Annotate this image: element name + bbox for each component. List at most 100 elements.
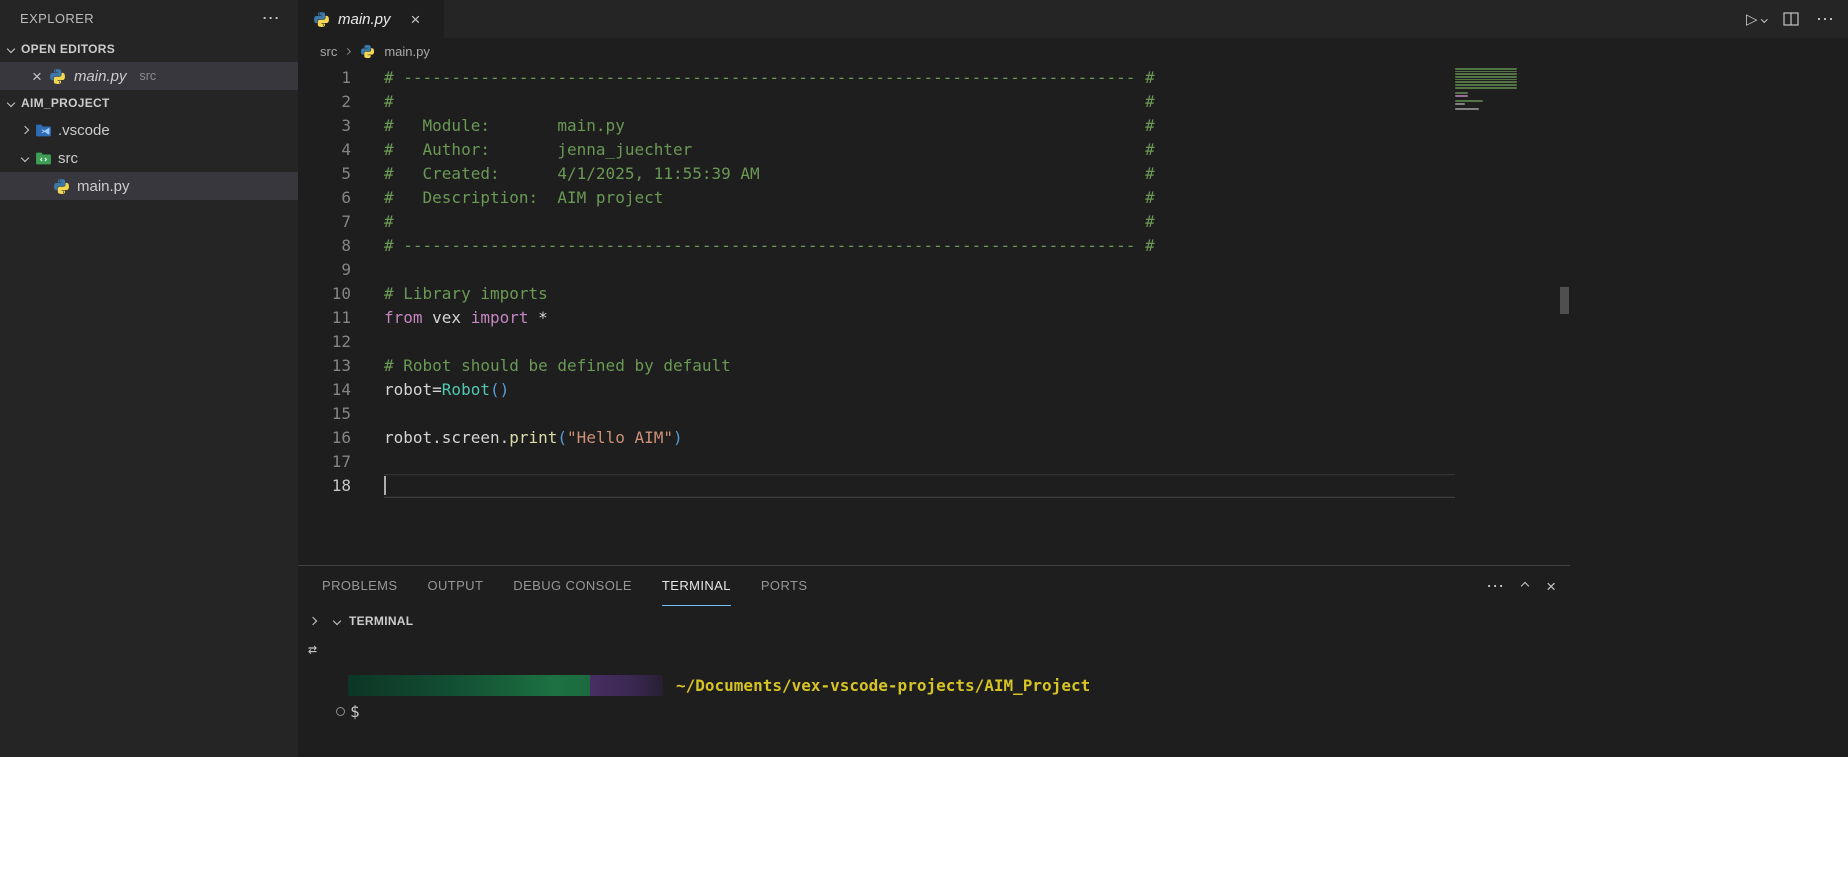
code-line-10[interactable]: 10# Library imports [298, 282, 1570, 306]
project-section-header[interactable]: AIM_PROJECT [0, 90, 298, 116]
explorer-more-actions-icon[interactable]: ⋯ [262, 8, 280, 29]
open-editor-folder-detail: src [139, 69, 156, 83]
code-line-1[interactable]: 1 # -------------------------------------… [298, 66, 1570, 90]
tree-item-label: main.py [77, 178, 130, 195]
code-line-5[interactable]: 5# Created: 4/1/2025, 11:55:39 AM # [298, 162, 1570, 186]
tree-item-vscode-folder[interactable]: .vscode [0, 116, 298, 144]
line-number: 18 [298, 474, 351, 498]
open-editor-item-main-py[interactable]: × main.py src [0, 62, 298, 90]
code-line-8[interactable]: 8# -------------------------------------… [298, 234, 1570, 258]
line-number: 11 [298, 306, 351, 330]
minimap-line [1455, 73, 1517, 75]
chevron-right-icon [309, 617, 317, 625]
breadcrumb-file[interactable]: main.py [384, 44, 430, 59]
code-line-3[interactable]: 3 # Module: main.py # [298, 114, 1570, 138]
close-tab-icon[interactable]: × [411, 11, 421, 28]
explorer-header: EXPLORER ⋯ [0, 0, 298, 36]
code-line-16[interactable]: 16 robot.screen.print("Hello AIM") [298, 426, 1570, 450]
panel-more-actions-icon[interactable]: ⋯ [1486, 576, 1504, 597]
tree-item-main-py[interactable]: main.py [0, 172, 298, 200]
code-editor[interactable]: 1 # -------------------------------------… [298, 64, 1570, 565]
terminal-prompt: $ [350, 702, 360, 721]
vscode-window: EXPLORER ⋯ OPEN EDITORS × main.py src AI… [0, 0, 1848, 757]
chevron-down-icon [7, 99, 15, 107]
panel-tab-output[interactable]: OUTPUT [427, 566, 483, 606]
minimap[interactable] [1455, 68, 1519, 116]
open-editors-label: OPEN EDITORS [21, 42, 115, 56]
code-line-12[interactable]: 12 [298, 330, 1570, 354]
open-editors-section-header[interactable]: OPEN EDITORS [0, 36, 298, 62]
chevron-right-icon [344, 47, 351, 54]
maximize-panel-icon[interactable] [1521, 582, 1529, 590]
code-line-4[interactable]: 4# Author: jenna_juechter # [298, 138, 1570, 162]
code-line-6[interactable]: 6# Description: AIM project # [298, 186, 1570, 210]
minimap-line [1455, 87, 1517, 89]
terminal-section-header[interactable]: TERMINAL [298, 606, 1570, 636]
line-number: 8 [298, 234, 351, 258]
explorer-sidebar: EXPLORER ⋯ OPEN EDITORS × main.py src AI… [0, 0, 298, 757]
run-python-file-button[interactable]: ▷ [1746, 10, 1766, 28]
code-line-14[interactable]: 14robot=Robot() [298, 378, 1570, 402]
line-number: 1 [298, 66, 351, 90]
code-text: # Robot should be defined by default [384, 354, 1455, 378]
line-number: 5 [298, 162, 351, 186]
panel-tab-problems[interactable]: PROBLEMS [322, 566, 397, 606]
panel-tab-debug-console[interactable]: DEBUG CONSOLE [513, 566, 632, 606]
code-text: # # [384, 210, 1455, 234]
code-text: # # [384, 90, 1455, 114]
minimap-line [1455, 103, 1465, 105]
split-editor-button[interactable] [1783, 12, 1799, 26]
code-text [384, 330, 1455, 354]
redacted-user-host [348, 675, 590, 696]
line-number: 3 [298, 114, 351, 138]
tree-item-src-folder[interactable]: src [0, 144, 298, 172]
line-number: 15 [298, 402, 351, 426]
code-line-15[interactable]: 15 [298, 402, 1570, 426]
vscode-folder-icon [34, 122, 52, 139]
workbench: src main.py 1 # -------------------------… [298, 38, 1848, 757]
editor-more-actions-icon[interactable]: ⋯ [1816, 9, 1834, 30]
code-line-2[interactable]: 2# # [298, 90, 1570, 114]
terminal[interactable]: ⇄ ~/Documents/vex-vscode-projects/AIM_Pr… [298, 636, 1570, 757]
chevron-right-icon [21, 126, 29, 134]
code-lines: 1 # -------------------------------------… [298, 66, 1570, 498]
tree-item-label: .vscode [58, 122, 110, 139]
breadcrumb: src main.py [298, 38, 1570, 64]
sync-arrows-icon[interactable]: ⇄ [308, 640, 317, 658]
tab-main-py[interactable]: main.py × [298, 0, 444, 38]
code-text: # Description: AIM project # [384, 186, 1455, 210]
panel-tab-terminal[interactable]: TERMINAL [662, 566, 731, 606]
close-editor-icon[interactable]: × [32, 68, 42, 85]
project-label: AIM_PROJECT [21, 96, 110, 110]
code-line-13[interactable]: 13# Robot should be defined by default [298, 354, 1570, 378]
panel-tabs-list: PROBLEMS OUTPUT DEBUG CONSOLE TERMINAL PORTS [322, 566, 837, 606]
command-decoration-icon[interactable] [336, 707, 345, 716]
code-text: # Module: main.py # [384, 114, 1455, 138]
code-line-17[interactable]: 17 [298, 450, 1570, 474]
minimap-line [1455, 100, 1483, 102]
close-panel-icon[interactable]: × [1546, 578, 1556, 595]
minimap-line [1455, 92, 1468, 94]
code-text: robot=Robot() [384, 378, 1455, 402]
code-line-7[interactable]: 7# # [298, 210, 1570, 234]
minimap-line [1455, 108, 1479, 110]
line-number: 12 [298, 330, 351, 354]
code-text [384, 402, 1455, 426]
editor-group: main.py × ▷ ⋯ src [298, 0, 1848, 757]
code-text: # --------------------------------------… [384, 66, 1455, 90]
code-line-11[interactable]: 11from vex import * [298, 306, 1570, 330]
code-text: robot.screen.print("Hello AIM") [384, 426, 1455, 450]
line-number: 16 [298, 426, 351, 450]
tree-item-label: src [58, 150, 78, 167]
panel-tab-ports[interactable]: PORTS [761, 566, 808, 606]
minimap-line [1455, 71, 1517, 73]
terminal-input-line[interactable]: $ [336, 699, 1570, 723]
terminal-section-label: TERMINAL [349, 614, 413, 628]
code-line-9[interactable]: 9 [298, 258, 1570, 282]
chevron-down-icon [333, 617, 341, 625]
minimap-line [1455, 95, 1468, 97]
breadcrumb-folder[interactable]: src [320, 44, 337, 59]
code-line-18[interactable]: 18 [298, 474, 1570, 498]
code-text: # Library imports [384, 282, 1455, 306]
scrollbar-thumb[interactable] [1560, 287, 1569, 314]
